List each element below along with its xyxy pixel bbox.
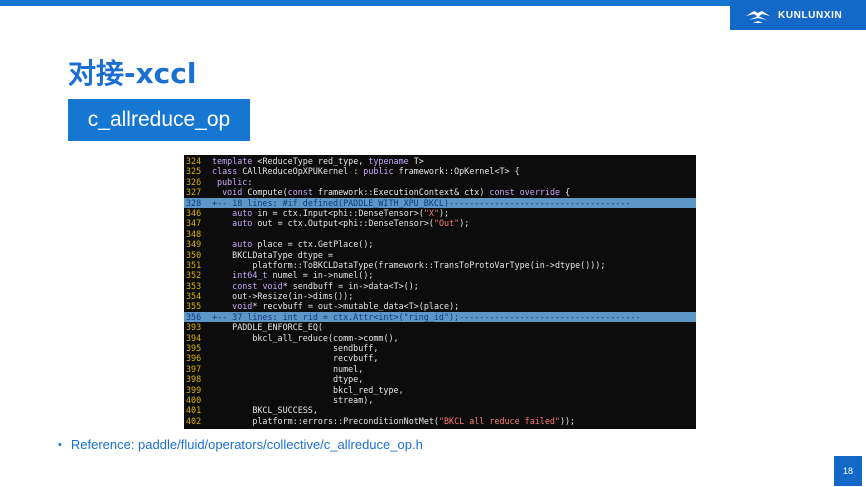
code-text: template <ReduceType red_type, typename … [212, 156, 424, 166]
code-text: BKCL_SUCCESS, [252, 405, 318, 416]
code-line: 393 PADDLE_ENFORCE_EQ( [184, 322, 696, 332]
code-line: 395 sendbuff, [184, 343, 696, 353]
line-number: 348 [186, 228, 202, 239]
page-number: 18 [834, 456, 862, 486]
line-number: 328 [186, 197, 202, 208]
code-line: 353 const void* sendbuff = in->data<T>()… [184, 281, 696, 291]
line-number: 398 [186, 374, 202, 385]
code-line: 350 BKCLDataType dtype = [184, 250, 696, 260]
brand-banner: KUNLUNXIN [730, 0, 866, 30]
line-number: 326 [186, 176, 202, 187]
line-number: 399 [186, 384, 202, 395]
code-fold-line: 356 +-- 37 lines: int rid = ctx.Attr<int>… [184, 311, 696, 323]
code-line: 346 auto in = ctx.Input<phi::DenseTensor… [184, 208, 696, 218]
line-number: 350 [186, 249, 202, 260]
code-text: bkcl_all_reduce(comm->comm(), [252, 332, 399, 343]
code-screenshot: 324 template <ReduceType red_type, typena… [184, 155, 696, 429]
code-text: class CAllReduceOpXPUKernel : public fra… [212, 166, 520, 177]
code-text: numel, [333, 363, 364, 374]
line-number: 394 [186, 332, 202, 343]
line-number: 325 [186, 166, 202, 177]
line-number: 349 [186, 239, 202, 250]
code-text: PADDLE_ENFORCE_EQ( [232, 322, 323, 333]
code-line: 348 [184, 229, 696, 239]
slide-title: 对接-xccl [68, 57, 197, 90]
line-number: 400 [186, 394, 202, 405]
line-number: 356 [186, 311, 202, 322]
code-text: const void* sendbuff = in->data<T>(); [232, 280, 419, 291]
code-line: 398 dtype, [184, 374, 696, 384]
code-text: bkcl_red_type, [333, 384, 404, 395]
code-fold-line: 328 +-- 18 lines: #if defined(PADDLE_WITH… [184, 197, 696, 208]
code-line: 400 stream), [184, 395, 696, 405]
code-text: auto in = ctx.Input<phi::DenseTensor>("X… [232, 207, 450, 218]
op-name-box: c_allreduce_op [68, 99, 250, 141]
kunlunxin-logo-icon [746, 11, 770, 23]
line-number: 397 [186, 363, 202, 374]
code-line: 399 bkcl_red_type, [184, 385, 696, 395]
code-line: 326 public: [184, 177, 696, 187]
code-line: 401 BKCL_SUCCESS, [184, 405, 696, 415]
line-number: 346 [186, 207, 202, 218]
line-number: 324 [186, 156, 202, 166]
code-text: BKCLDataType dtype = [232, 249, 334, 260]
code-text: int64_t numel = in->numel(); [232, 270, 374, 281]
code-line: 347 auto out = ctx.Output<phi::DenseTens… [184, 218, 696, 228]
code-text: out->Resize(in->dims()); [232, 291, 354, 302]
code-line: 397 numel, [184, 364, 696, 374]
code-text: +-- 18 lines: #if defined(PADDLE_WITH_XP… [212, 197, 631, 208]
code-line: 355 void* recvbuff = out->mutable_data<T… [184, 301, 696, 311]
code-line: 325 class CAllReduceOpXPUKernel : public … [184, 166, 696, 176]
code-text: stream), [333, 394, 374, 405]
code-text: dtype, [333, 374, 364, 385]
code-text: auto out = ctx.Output<phi::DenseTensor>(… [232, 218, 470, 229]
line-number: 352 [186, 270, 202, 281]
code-text: public: [217, 176, 253, 187]
code-line: 351 platform::ToBKCLDataType(framework::… [184, 260, 696, 270]
code-line: 354 out->Resize(in->dims()); [184, 291, 696, 301]
line-number: 327 [186, 187, 202, 198]
code-text: platform::ToBKCLDataType(framework::Tran… [252, 259, 606, 270]
code-line: 394 bkcl_all_reduce(comm->comm(), [184, 333, 696, 343]
line-number: 353 [186, 280, 202, 291]
code-text: +-- 37 lines: int rid = ctx.Attr<int>("r… [212, 311, 641, 322]
line-number: 354 [186, 291, 202, 302]
code-text: sendbuff, [333, 343, 379, 354]
line-number: 402 [186, 415, 202, 426]
code-text: void* recvbuff = out->mutable_data<T>(pl… [232, 301, 460, 312]
reference-text: Reference: paddle/fluid/operators/collec… [70, 437, 423, 452]
brand-name: KUNLUNXIN [778, 9, 843, 21]
line-number: 401 [186, 405, 202, 416]
code-text: recvbuff, [333, 353, 379, 364]
reference-bullet: • Reference: paddle/fluid/operators/coll… [58, 437, 423, 452]
code-text: auto place = ctx.GetPlace(); [232, 239, 374, 250]
code-line: 349 auto place = ctx.GetPlace(); [184, 239, 696, 249]
line-number: 351 [186, 259, 202, 270]
line-number: 393 [186, 322, 202, 333]
code-line: 402 platform::errors::PreconditionNotMet… [184, 416, 696, 426]
code-text: platform::errors::PreconditionNotMet("BK… [252, 415, 576, 426]
line-number: 396 [186, 353, 202, 364]
code-text: void Compute(const framework::ExecutionC… [222, 187, 571, 198]
code-line: 327 void Compute(const framework::Execut… [184, 187, 696, 197]
code-line: 352 int64_t numel = in->numel(); [184, 270, 696, 280]
code-line: 396 recvbuff, [184, 353, 696, 363]
line-number: 395 [186, 343, 202, 354]
bullet-icon: • [58, 438, 62, 451]
line-number: 355 [186, 301, 202, 312]
line-number: 347 [186, 218, 202, 229]
code-line: 324 template <ReduceType red_type, typena… [184, 156, 696, 166]
